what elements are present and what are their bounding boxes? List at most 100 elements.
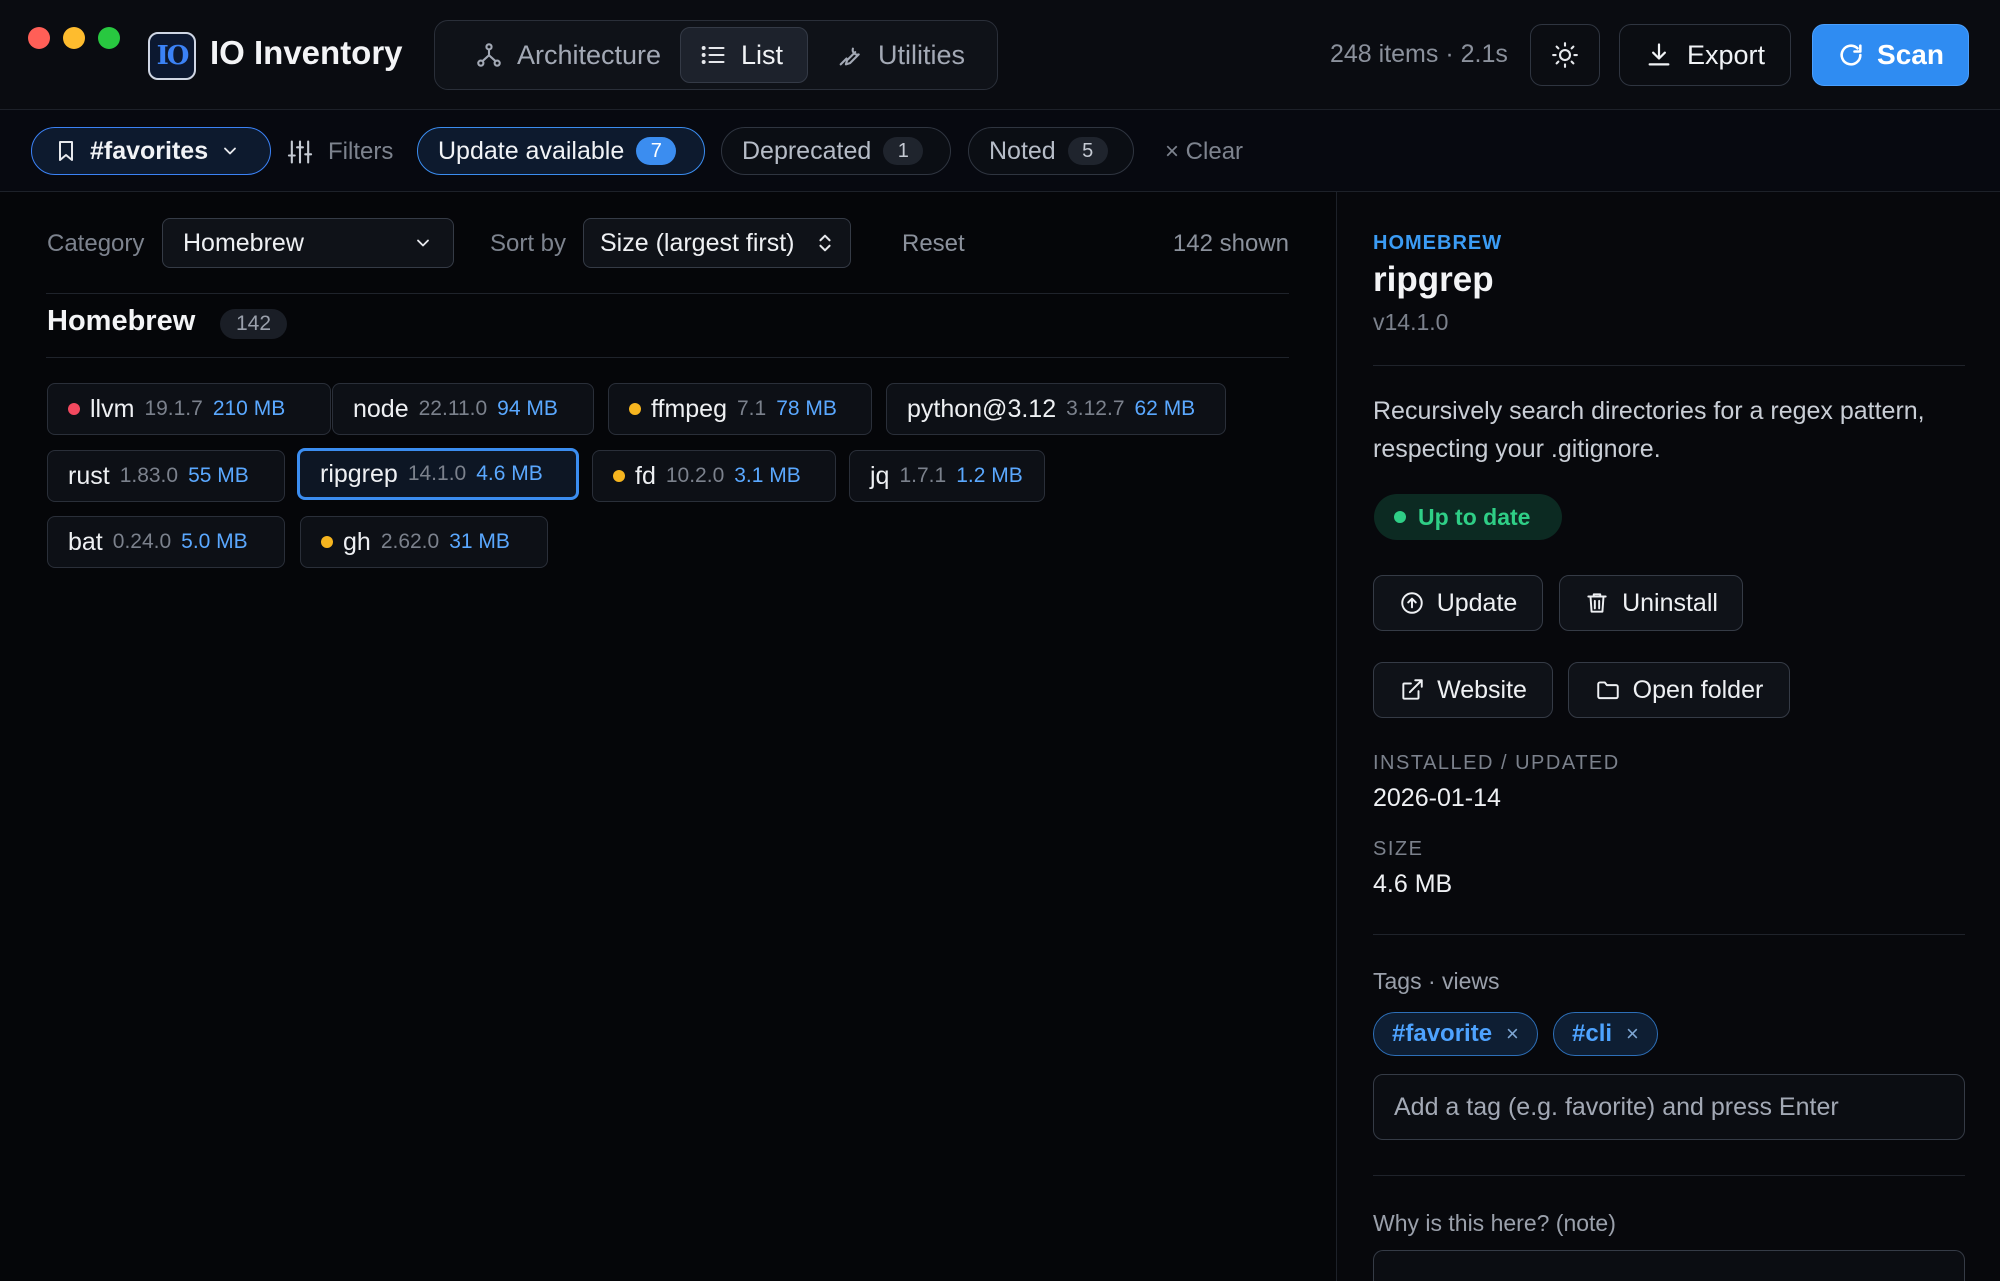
filter-deprecated[interactable]: Deprecated 1: [721, 127, 951, 175]
filters-toggle[interactable]: Filters: [286, 138, 393, 166]
sort-label: Sort by: [490, 230, 567, 257]
reset-button[interactable]: Reset: [902, 230, 965, 258]
app-title: IO Inventory: [210, 34, 403, 71]
tag-chip[interactable]: #cli ×: [1553, 1012, 1658, 1056]
refresh-icon: [1840, 44, 1862, 66]
tab-architecture[interactable]: Architecture: [457, 27, 679, 83]
tags-label: Tags · views: [1373, 968, 1500, 994]
detail-description: Recursively search directories for a reg…: [1373, 397, 1925, 463]
theme-toggle-button[interactable]: [1530, 24, 1600, 86]
filter-deprecated-count: 1: [883, 137, 924, 165]
group-count: 142: [220, 309, 288, 339]
package-name: ffmpeg: [651, 394, 727, 423]
minimize-window-button[interactable]: [63, 27, 85, 49]
package-name: fd: [635, 461, 656, 490]
clear-filters-button[interactable]: × Clear: [1165, 138, 1243, 166]
package-list-pane: Category Homebrew Sort by Size (largest …: [0, 192, 1335, 1281]
category-select[interactable]: Homebrew: [162, 218, 454, 268]
package-chip[interactable]: bat 0.24.0 5.0 MB: [47, 516, 285, 568]
title-bar: IO IO Inventory Architecture List Utilit…: [0, 0, 2000, 110]
export-button[interactable]: Export: [1619, 24, 1791, 86]
package-chip[interactable]: fd 10.2.0 3.1 MB: [592, 450, 836, 502]
package-name: llvm: [90, 394, 135, 423]
filter-update-count: 7: [636, 137, 677, 165]
open-folder-button[interactable]: Open folder: [1568, 662, 1790, 718]
package-version: 2.62.0: [380, 530, 440, 553]
bookmark-icon: [59, 141, 73, 161]
package-name: jq: [870, 461, 890, 490]
divider: [1373, 934, 1965, 935]
package-size: 31 MB: [449, 530, 510, 553]
tag-label: #cli: [1572, 1020, 1613, 1047]
filters-label: Filters: [328, 138, 394, 165]
status-badge: Up to date: [1374, 494, 1562, 540]
remove-tag-icon[interactable]: ×: [1626, 1021, 1639, 1047]
update-label: Update: [1436, 588, 1518, 617]
wrench-icon: [839, 47, 860, 66]
filter-update-available[interactable]: Update available 7: [417, 127, 705, 175]
view-switcher: Architecture List Utilities: [434, 20, 998, 90]
package-chip[interactable]: gh 2.62.0 31 MB: [300, 516, 548, 568]
app-logo-icon: IO: [148, 32, 196, 80]
package-chip[interactable]: rust 1.83.0 55 MB: [47, 450, 285, 502]
website-button[interactable]: Website: [1373, 662, 1553, 718]
update-button[interactable]: Update: [1373, 575, 1543, 631]
detail-version: v14.1.0: [1373, 309, 1449, 335]
package-chip[interactable]: jq 1.7.1 1.2 MB: [849, 450, 1045, 502]
chevron-down-icon: [417, 239, 429, 247]
tab-utilities-label: Utilities: [878, 39, 966, 70]
package-version: 1.7.1: [899, 464, 947, 487]
scan-button[interactable]: Scan: [1812, 24, 1969, 86]
package-size: 3.1 MB: [734, 464, 801, 487]
folder-icon: [1596, 681, 1619, 700]
package-size: 1.2 MB: [956, 464, 1023, 487]
package-size: 5.0 MB: [181, 530, 248, 553]
trash-icon: [1587, 593, 1607, 613]
sort-value: Size (largest first): [600, 228, 795, 257]
saved-view-dropdown[interactable]: #favorites: [31, 127, 271, 175]
zoom-window-button[interactable]: [98, 27, 120, 49]
package-size: 78 MB: [776, 397, 837, 420]
tab-utilities[interactable]: Utilities: [818, 27, 983, 83]
divider: [46, 357, 1289, 358]
category-label: Category: [47, 230, 145, 257]
status-label: Up to date: [1418, 503, 1531, 530]
tag-label: #favorite: [1392, 1020, 1493, 1047]
package-version: 19.1.7: [144, 397, 203, 420]
detail-title: ripgrep: [1373, 260, 1494, 299]
detail-category: HOMEBREW: [1373, 232, 1503, 254]
package-version: 22.11.0: [418, 397, 488, 420]
remove-tag-icon[interactable]: ×: [1506, 1021, 1519, 1047]
installed-value: 2026-01-14: [1373, 784, 1501, 812]
close-window-button[interactable]: [28, 27, 50, 49]
installed-label: INSTALLED / UPDATED: [1373, 752, 1620, 774]
package-name: ripgrep: [320, 459, 398, 488]
filter-noted[interactable]: Noted 5: [968, 127, 1134, 175]
scan-stats: 248 items · 2.1s: [1330, 40, 1508, 68]
package-name: python@3.12: [907, 394, 1057, 423]
sort-select[interactable]: Size (largest first): [583, 218, 851, 268]
package-name: bat: [68, 527, 103, 556]
note-textarea[interactable]: [1373, 1250, 1965, 1281]
update-dot-icon: [321, 536, 333, 548]
package-chip[interactable]: ffmpeg 7.1 78 MB: [608, 383, 872, 435]
package-name: node: [353, 394, 409, 423]
tab-architecture-label: Architecture: [517, 39, 662, 70]
package-name: gh: [343, 527, 371, 556]
package-chip[interactable]: llvm 19.1.7 210 MB: [47, 383, 331, 435]
package-chip[interactable]: python@3.12 3.12.7 62 MB: [886, 383, 1226, 435]
add-tag-input[interactable]: [1373, 1074, 1965, 1140]
detail-panel: HOMEBREW ripgrep v14.1.0 Recursively sea…: [1336, 192, 2000, 1281]
package-size: 62 MB: [1134, 397, 1196, 420]
divider: [46, 293, 1289, 294]
package-chip[interactable]: node 22.11.0 94 MB: [332, 383, 594, 435]
tab-list-label: List: [741, 39, 784, 70]
filter-update-label: Update available: [438, 136, 625, 165]
group-title: Homebrew: [47, 305, 196, 337]
package-version: 0.24.0: [112, 530, 172, 553]
tag-chip[interactable]: #favorite ×: [1373, 1012, 1538, 1056]
package-chip-selected[interactable]: ripgrep 14.1.0 4.6 MB: [297, 448, 579, 500]
open-folder-label: Open folder: [1632, 675, 1764, 704]
tab-list[interactable]: List: [680, 27, 808, 83]
uninstall-button[interactable]: Uninstall: [1559, 575, 1743, 631]
